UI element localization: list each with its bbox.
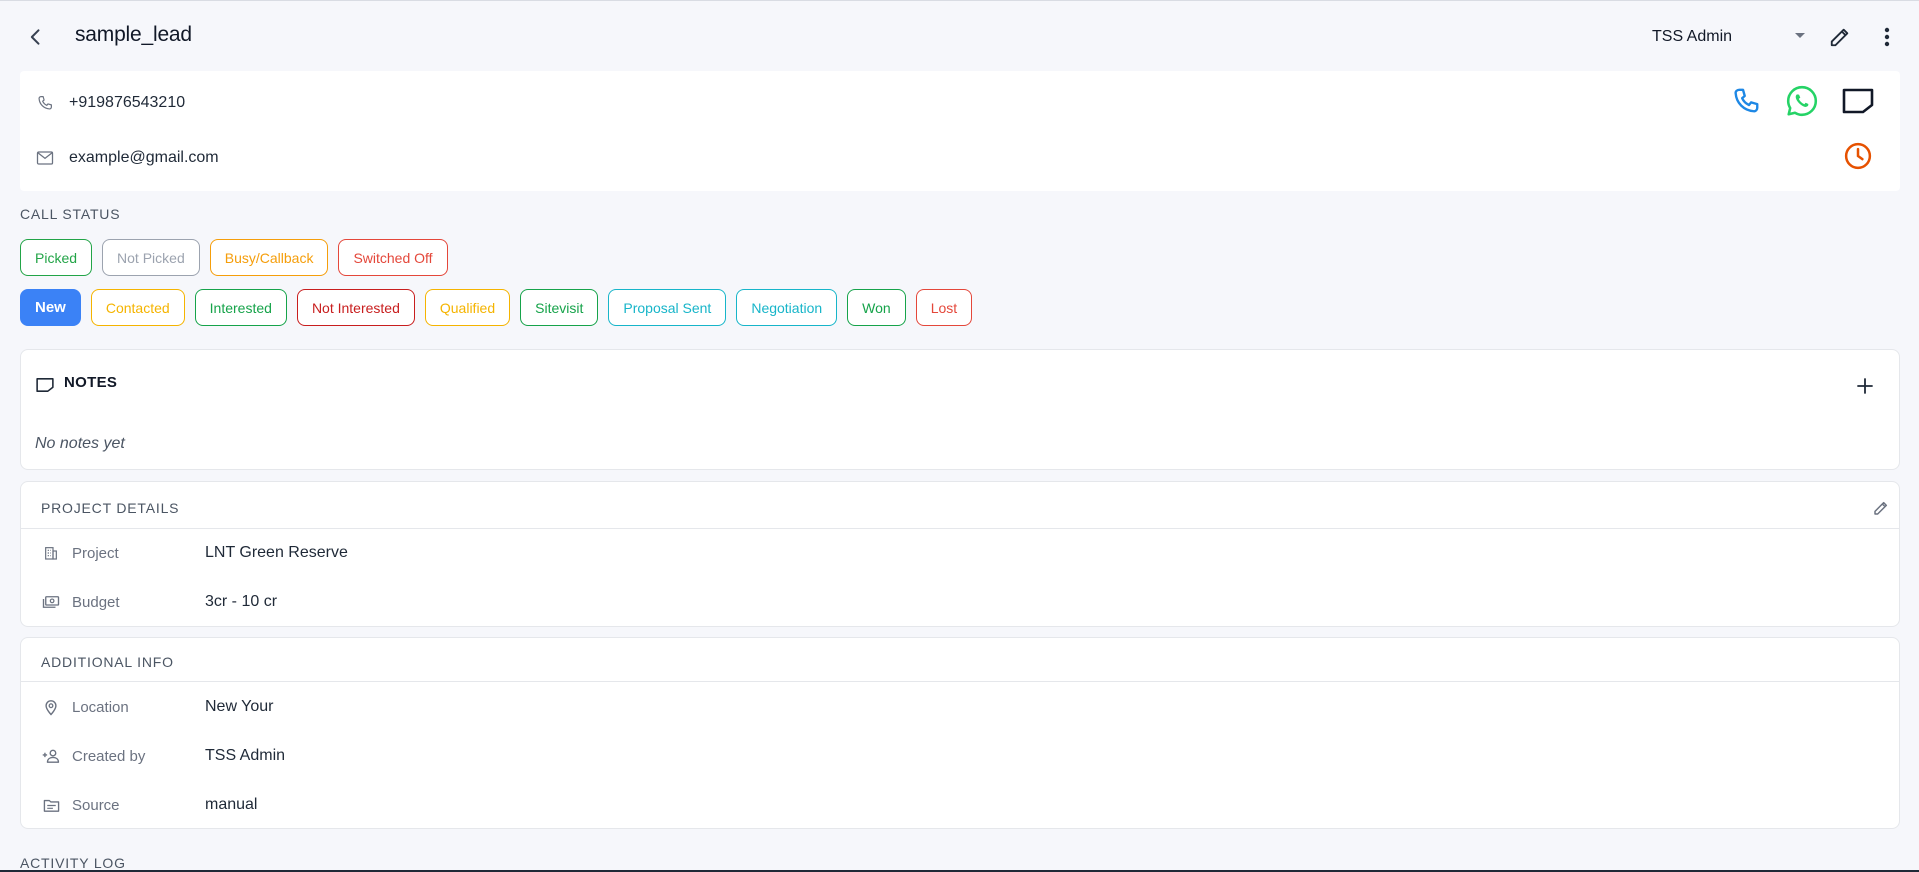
detail-value: New Your: [205, 698, 274, 715]
phone-icon: [36, 94, 58, 112]
plus-icon: [1857, 378, 1873, 394]
reminder-button[interactable]: [1838, 136, 1878, 176]
lead-status-proposal-sent[interactable]: Proposal Sent: [608, 289, 727, 326]
lead-status-lost[interactable]: Lost: [915, 289, 973, 326]
whatsapp-icon: [1786, 85, 1818, 117]
detail-row-project: Project LNT Green Reserve: [41, 541, 348, 565]
detail-row-source: Source manual: [41, 793, 257, 817]
additional-info-title: ADDITIONAL INFO: [41, 654, 174, 670]
location-pin-icon: [41, 699, 61, 716]
whatsapp-button[interactable]: [1782, 81, 1822, 121]
email-address: example@gmail.com: [69, 149, 219, 166]
detail-row-created-by: Created by TSS Admin: [41, 744, 285, 768]
call-status-chips: Picked Not Picked Busy/Callback Switched…: [20, 239, 448, 276]
phone-number: +919876543210: [69, 94, 186, 111]
lead-status-new[interactable]: New: [20, 289, 81, 326]
building-icon: [41, 545, 61, 561]
pencil-icon: [1874, 501, 1888, 515]
call-status-busy-callback[interactable]: Busy/Callback: [209, 239, 329, 276]
call-status-picked[interactable]: Picked: [20, 239, 93, 276]
detail-value: manual: [205, 796, 258, 813]
detail-row-budget: Budget 3cr - 10 cr: [41, 590, 277, 614]
lead-status-interested[interactable]: Interested: [194, 289, 287, 326]
detail-value: LNT Green Reserve: [205, 544, 348, 561]
detail-label: Created by: [72, 747, 146, 765]
call-status-not-picked[interactable]: Not Picked: [102, 239, 200, 276]
call-icon: [1734, 88, 1759, 113]
detail-label: Source: [72, 796, 120, 814]
project-details-card: PROJECT DETAILS Project LNT Green Reserv…: [20, 481, 1900, 627]
detail-row-location: Location New Your: [41, 695, 274, 719]
call-status-label: CALL STATUS: [20, 206, 121, 222]
note-card-icon: [1842, 88, 1874, 114]
back-button[interactable]: [22, 23, 50, 51]
call-button[interactable]: [1726, 81, 1766, 121]
activity-log-label: ACTIVITY LOG: [20, 855, 126, 871]
more-options-button[interactable]: [1873, 23, 1901, 51]
notes-title: NOTES: [64, 374, 118, 391]
lead-status-chips: New Contacted Interested Not Interested …: [20, 289, 973, 326]
owner-select[interactable]: TSS Admin: [1652, 23, 1806, 51]
owner-select-value: TSS Admin: [1652, 28, 1733, 45]
phone-row: +919876543210: [36, 89, 185, 117]
money-icon: [41, 594, 61, 610]
note-card-icon: [36, 378, 54, 392]
source-icon: [41, 798, 61, 813]
lead-status-won[interactable]: Won: [847, 289, 906, 326]
chevron-left-icon: [30, 29, 40, 45]
contact-card: +919876543210 example@gmail.com: [20, 71, 1900, 191]
call-status-switched-off[interactable]: Switched Off: [338, 239, 448, 276]
divider: [21, 681, 1899, 682]
person-add-icon: [41, 748, 61, 764]
notes-card: NOTES No notes yet: [20, 349, 1900, 470]
mail-icon: [36, 150, 58, 166]
lead-status-qualified[interactable]: Qualified: [424, 289, 511, 326]
pencil-icon: [1830, 28, 1849, 47]
lead-status-negotiation[interactable]: Negotiation: [736, 289, 838, 326]
lead-status-sitevisit[interactable]: Sitevisit: [520, 289, 599, 326]
more-vertical-icon: [1884, 27, 1890, 47]
detail-label: Location: [72, 698, 129, 716]
detail-label: Budget: [72, 593, 120, 611]
additional-info-card: ADDITIONAL INFO Location New Your Create…: [20, 637, 1900, 829]
detail-value: TSS Admin: [205, 747, 286, 764]
email-row: example@gmail.com: [36, 144, 219, 172]
file-button[interactable]: [1838, 81, 1878, 121]
edit-project-details-button[interactable]: [1869, 496, 1893, 520]
add-note-button[interactable]: [1853, 374, 1877, 398]
project-details-title: PROJECT DETAILS: [41, 500, 180, 516]
edit-lead-button[interactable]: [1826, 23, 1854, 51]
lead-status-not-interested[interactable]: Not Interested: [296, 289, 415, 326]
clock-icon: [1844, 142, 1872, 170]
detail-value: 3cr - 10 cr: [205, 593, 278, 610]
caret-down-icon: [1795, 33, 1805, 38]
notes-empty-text: No notes yet: [35, 435, 125, 452]
app-header: sample_lead TSS Admin: [0, 1, 1919, 71]
divider: [21, 528, 1899, 529]
lead-status-contacted[interactable]: Contacted: [90, 289, 185, 326]
page-title: sample_lead: [75, 23, 192, 46]
detail-label: Project: [72, 544, 119, 562]
